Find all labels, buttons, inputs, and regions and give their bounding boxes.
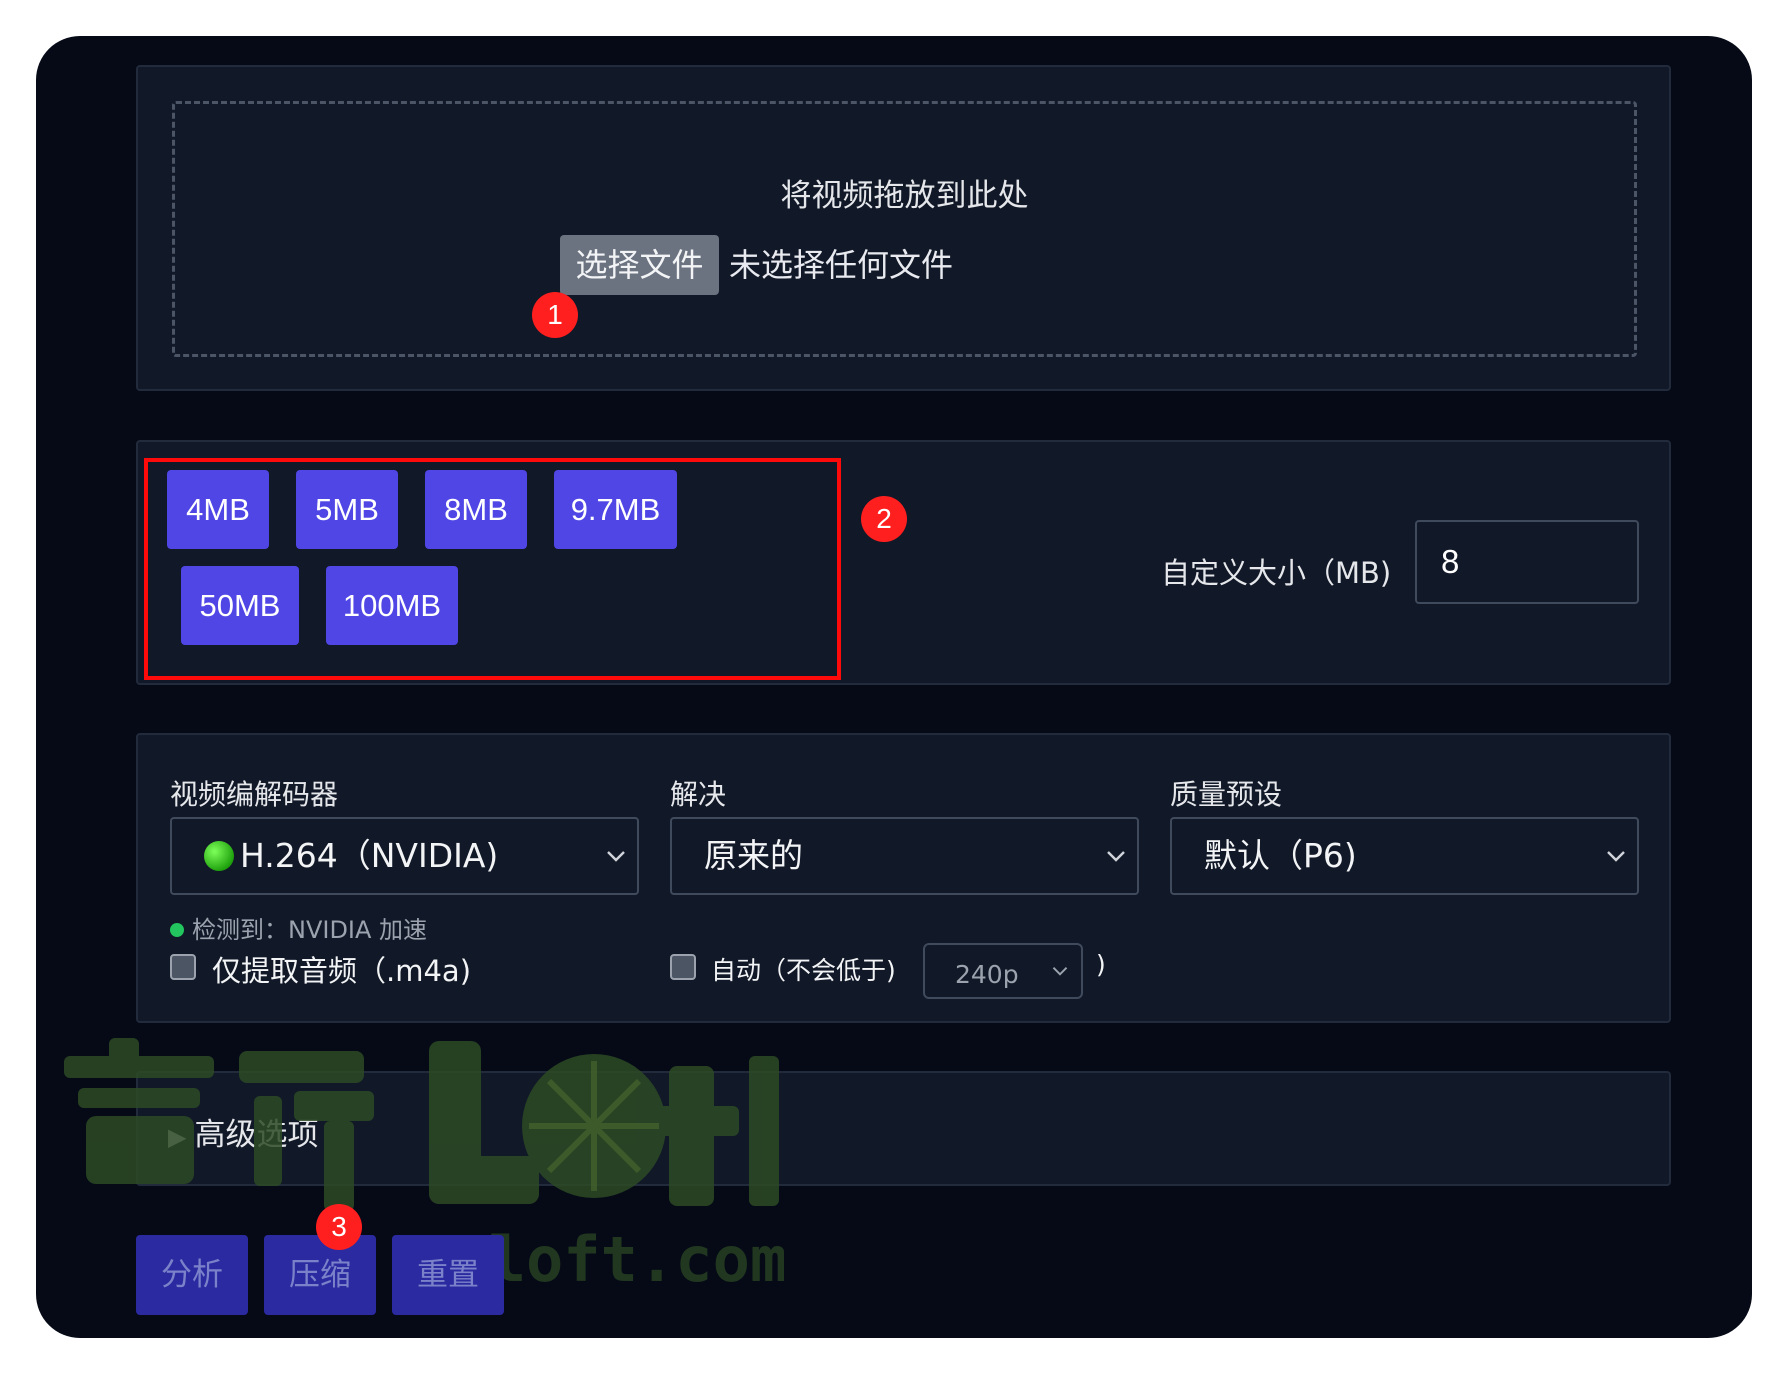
preset-select[interactable]: 默认（P6) bbox=[1170, 817, 1639, 895]
resolution-select[interactable]: 原来的 bbox=[670, 817, 1139, 895]
analyze-button[interactable]: 分析 bbox=[136, 1235, 248, 1315]
preset-selected: 默认（P6) bbox=[1204, 836, 1357, 875]
advanced-toggle[interactable]: ▶ 高级选项 bbox=[168, 1109, 318, 1154]
auto-resolution-label: 自动（不会低于) bbox=[711, 956, 896, 985]
codec-label: 视频编解码器 bbox=[170, 778, 339, 811]
codec-selected: H.264（NVIDIA) bbox=[240, 836, 499, 875]
resolution-label: 解决 bbox=[670, 778, 727, 811]
green-circle-icon bbox=[204, 841, 234, 871]
size-8mb-button[interactable]: 8MB bbox=[425, 470, 527, 549]
chevron-down-icon bbox=[1052, 967, 1068, 976]
chevron-down-icon bbox=[1107, 851, 1125, 862]
annotation-marker-1: 1 bbox=[532, 292, 578, 338]
detect-text: 检测到：NVIDIA 加速 bbox=[192, 916, 428, 944]
size-9-7mb-button[interactable]: 9.7MB bbox=[554, 470, 677, 549]
resolution-selected: 原来的 bbox=[704, 836, 803, 875]
annotation-marker-2: 2 bbox=[861, 496, 907, 542]
auto-resolution-checkbox[interactable] bbox=[670, 954, 696, 980]
advanced-label: 高级选项 bbox=[194, 1117, 319, 1153]
size-4mb-button[interactable]: 4MB bbox=[167, 470, 269, 549]
size-panel: 4MB 5MB 8MB 9.7MB 50MB 100MB 2 自定义大小（MB)… bbox=[136, 440, 1671, 685]
app-window: 将视频拖放到此处 选择文件 未选择任何文件 1 4MB 5MB 8MB 9.7M… bbox=[36, 36, 1752, 1338]
custom-size-label: 自定义大小（MB) bbox=[1161, 556, 1392, 590]
size-50mb-button[interactable]: 50MB bbox=[181, 566, 299, 645]
disclosure-triangle-icon: ▶ bbox=[168, 1123, 187, 1151]
chevron-down-icon bbox=[607, 851, 625, 862]
annotation-marker-3: 3 bbox=[316, 1204, 362, 1250]
audio-only-label: 仅提取音频（.m4a) bbox=[212, 954, 472, 988]
status-dot-icon bbox=[170, 923, 184, 937]
detect-status: 检测到：NVIDIA 加速 bbox=[170, 910, 427, 945]
compress-button[interactable]: 压缩 bbox=[264, 1235, 376, 1315]
custom-size-input[interactable]: 8 bbox=[1415, 520, 1639, 604]
preset-label: 质量预设 bbox=[1170, 778, 1283, 811]
min-resolution-select[interactable]: 240p bbox=[923, 943, 1083, 999]
file-status: 未选择任何文件 bbox=[729, 246, 954, 284]
size-100mb-button[interactable]: 100MB bbox=[326, 566, 458, 645]
audio-only-checkbox[interactable] bbox=[170, 954, 196, 980]
file-input: 选择文件 未选择任何文件 bbox=[175, 235, 1634, 295]
chevron-down-icon bbox=[1607, 851, 1625, 862]
drop-zone[interactable]: 将视频拖放到此处 选择文件 未选择任何文件 1 bbox=[172, 101, 1637, 357]
advanced-panel: ▶ 高级选项 bbox=[136, 1071, 1671, 1186]
choose-file-button[interactable]: 选择文件 bbox=[560, 235, 719, 295]
codec-select[interactable]: H.264（NVIDIA) bbox=[170, 817, 639, 895]
upload-panel: 将视频拖放到此处 选择文件 未选择任何文件 1 bbox=[136, 65, 1671, 391]
encoding-panel: 视频编解码器 H.264（NVIDIA) 检测到：NVIDIA 加速 仅提取音频… bbox=[136, 733, 1671, 1023]
close-paren: ) bbox=[1096, 950, 1106, 979]
size-5mb-button[interactable]: 5MB bbox=[296, 470, 398, 549]
drop-hint: 将视频拖放到此处 bbox=[780, 178, 1029, 214]
reset-button[interactable]: 重置 bbox=[392, 1235, 504, 1315]
min-resolution-value: 240p bbox=[955, 960, 1019, 989]
